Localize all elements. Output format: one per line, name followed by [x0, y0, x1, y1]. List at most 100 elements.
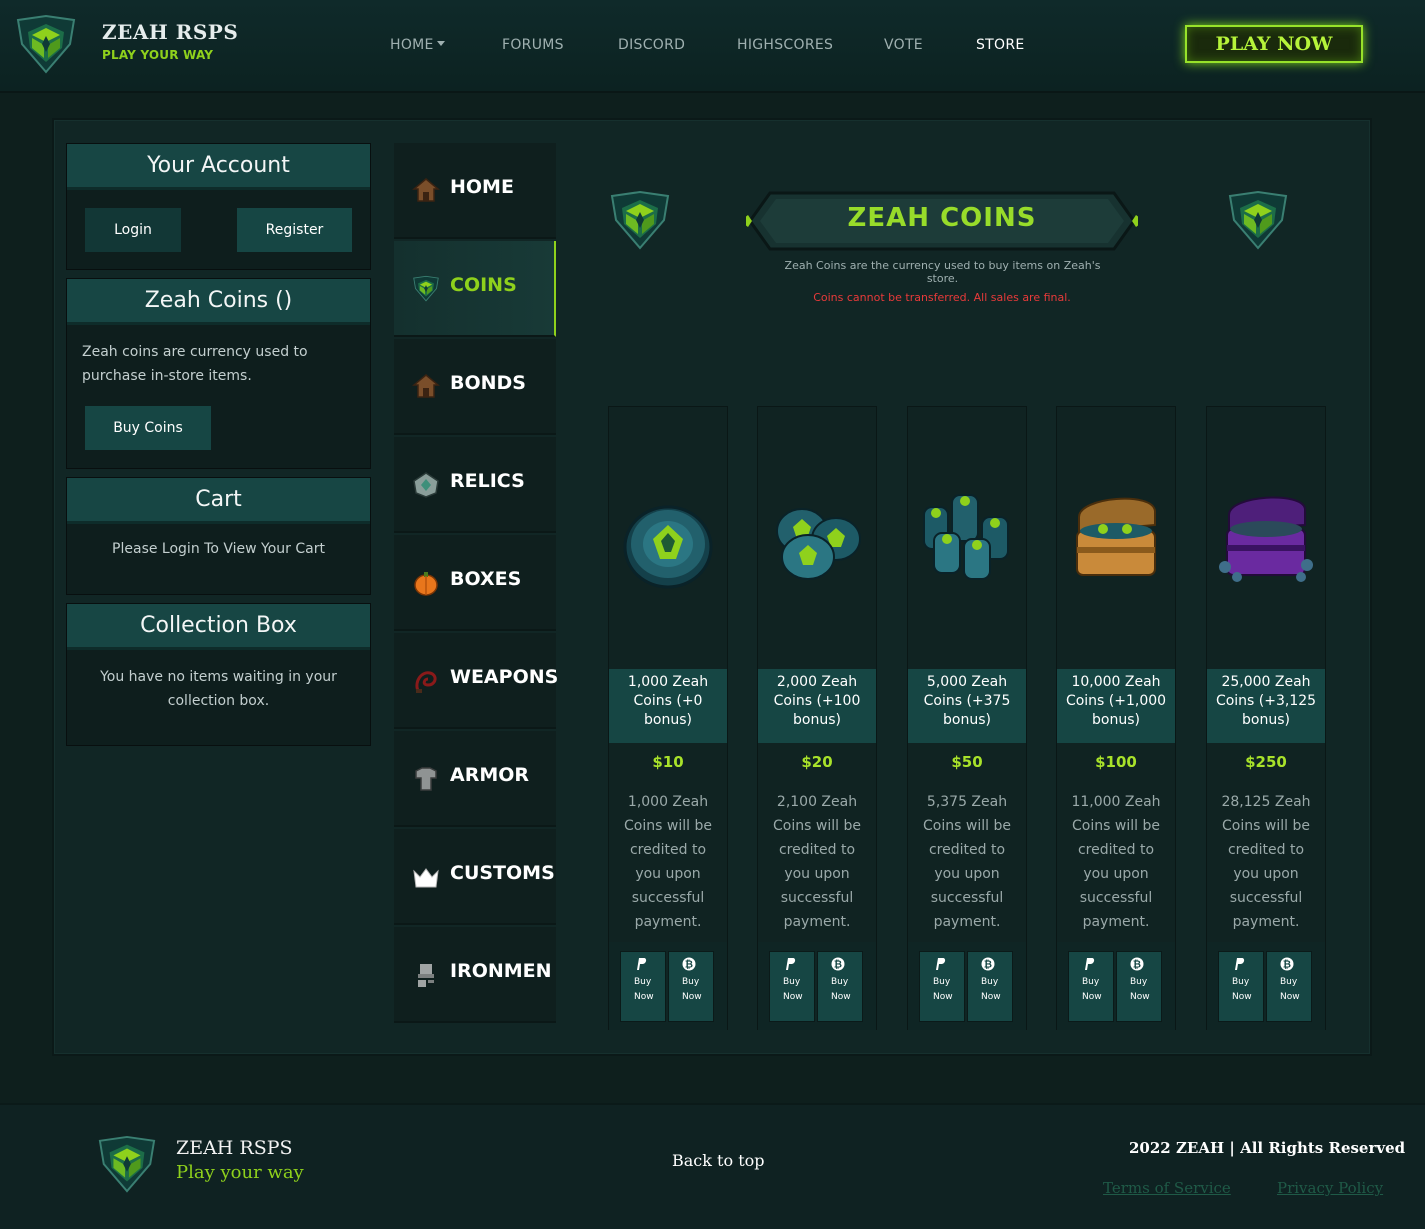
product-name: 10,000 Zeah Coins (+1,000 bonus)	[1057, 669, 1175, 743]
product-card: 5,000 Zeah Coins (+375 bonus) $50 5,375 …	[907, 406, 1027, 1030]
category-relics[interactable]: RELICS	[394, 437, 556, 533]
house-icon	[412, 374, 440, 398]
bitcoin-buy-button[interactable]: ₿ Buy Now	[1266, 951, 1312, 1022]
zeah-logo-icon	[607, 190, 673, 252]
bitcoin-buy-button[interactable]: ₿ Buy Now	[668, 951, 714, 1022]
product-price: $100	[1095, 753, 1137, 771]
buy-label: Buy	[682, 977, 700, 987]
account-card: Your Account Login Register	[66, 143, 371, 270]
paypal-buy-button[interactable]: Buy Now	[919, 951, 965, 1022]
buy-label: Buy	[1232, 977, 1250, 987]
coin-stack-icon	[776, 508, 861, 580]
zeah-logo-icon	[96, 1135, 158, 1195]
category-bonds-label: BONDS	[450, 372, 526, 394]
house-icon	[412, 178, 440, 202]
product-name: 2,000 Zeah Coins (+100 bonus)	[758, 669, 876, 743]
nav-home[interactable]: HOME	[390, 37, 445, 53]
bitcoin-icon: ₿	[682, 957, 696, 971]
category-home[interactable]: HOME	[394, 143, 556, 239]
single-coin-icon	[623, 505, 713, 589]
category-armor[interactable]: ARMOR	[394, 731, 556, 827]
category-boxes[interactable]: BOXES	[394, 535, 556, 631]
category-relics-label: RELICS	[450, 470, 525, 492]
category-coins[interactable]: COINS	[394, 241, 556, 337]
cart-card-title: Cart	[67, 478, 370, 524]
pumpkin-icon	[414, 572, 438, 596]
svg-text:₿: ₿	[984, 959, 992, 971]
paypal-buy-button[interactable]: Buy Now	[1218, 951, 1264, 1022]
product-price: $250	[1245, 753, 1287, 771]
now-label: Now	[981, 992, 1001, 1002]
product-description: 11,000 Zeah Coins will be credited to yo…	[1071, 794, 1161, 930]
paypal-icon	[1085, 958, 1095, 970]
whip-icon	[415, 671, 437, 693]
buy-label: Buy	[1082, 977, 1100, 987]
back-to-top-link[interactable]: Back to top	[672, 1151, 765, 1170]
buy-coins-button[interactable]: Buy Coins	[85, 406, 211, 450]
category-boxes-label: BOXES	[450, 568, 522, 590]
category-weapons[interactable]: WEAPONS	[394, 633, 558, 729]
buy-label: Buy	[981, 977, 999, 987]
play-now-button[interactable]: PLAY NOW	[1185, 25, 1363, 63]
product-name: 25,000 Zeah Coins (+3,125 bonus)	[1207, 669, 1325, 743]
nav-highscores[interactable]: HIGHSCORES	[737, 37, 833, 53]
category-ironmen[interactable]: IRONMEN	[394, 927, 556, 1023]
chevron-down-icon	[436, 41, 445, 46]
product-card: 2,000 Zeah Coins (+100 bonus) $20 2,100 …	[757, 406, 877, 1030]
buy-label: Buy	[783, 977, 801, 987]
collection-card-text: You have no items waiting in your collec…	[100, 669, 337, 709]
now-label: Now	[831, 992, 851, 1002]
svg-text:₿: ₿	[834, 959, 842, 971]
store-warning: Coins cannot be transferred. All sales a…	[813, 291, 1071, 304]
now-label: Now	[1280, 992, 1300, 1002]
footer-subtitle: Play your way	[176, 1162, 304, 1183]
brand-title[interactable]: ZEAH RSPS	[102, 20, 238, 44]
paypal-buy-button[interactable]: Buy Now	[769, 951, 815, 1022]
product-card: 1,000 Zeah Coins (+0 bonus) $10 1,000 Ze…	[608, 406, 728, 1030]
platebody-icon	[415, 767, 437, 791]
login-button[interactable]: Login	[85, 208, 181, 252]
treasure-chest-icon	[1076, 497, 1156, 576]
category-armor-label: ARMOR	[450, 764, 530, 786]
bitcoin-buy-button[interactable]: ₿ Buy Now	[967, 951, 1013, 1022]
now-label: Now	[634, 992, 654, 1002]
bitcoin-icon: ₿	[1280, 957, 1294, 971]
paypal-buy-button[interactable]: Buy Now	[1068, 951, 1114, 1022]
category-customs-label: CUSTOMS	[450, 862, 555, 884]
nav-forums[interactable]: FORUMS	[502, 37, 564, 53]
account-card-title: Your Account	[67, 144, 370, 190]
nav-discord[interactable]: DISCORD	[618, 37, 685, 53]
nav-home-label: HOME	[390, 37, 434, 53]
buy-label: Buy	[634, 977, 652, 987]
product-buy-row: Buy Now ₿ Buy Now	[609, 942, 727, 1030]
coin-pile-icon	[923, 494, 1009, 580]
category-bonds[interactable]: BONDS	[394, 339, 556, 435]
bitcoin-buy-button[interactable]: ₿ Buy Now	[1116, 951, 1162, 1022]
buy-label: Buy	[1280, 977, 1298, 987]
category-home-label: HOME	[450, 176, 514, 198]
brand-subtitle: PLAY YOUR WAY	[102, 48, 214, 62]
site-header: ZEAH RSPS PLAY YOUR WAY HOME FORUMS DISC…	[0, 0, 1425, 93]
collection-card-title: Collection Box	[67, 604, 370, 650]
relic-icon	[413, 472, 439, 498]
privacy-link[interactable]: Privacy Policy	[1277, 1179, 1383, 1197]
footer-title: ZEAH RSPS	[176, 1137, 293, 1159]
nav-store[interactable]: STORE	[976, 37, 1025, 53]
product-buy-row: Buy Now ₿ Buy Now	[1207, 942, 1325, 1030]
register-button[interactable]: Register	[237, 208, 352, 252]
buy-label: Buy	[831, 977, 849, 987]
bitcoin-buy-button[interactable]: ₿ Buy Now	[817, 951, 863, 1022]
terms-link[interactable]: Terms of Service	[1103, 1179, 1231, 1197]
zeah-logo-icon	[412, 275, 440, 303]
now-label: Now	[1082, 992, 1102, 1002]
coins-card-title: Zeah Coins ()	[67, 279, 370, 325]
zeah-logo-icon[interactable]	[14, 14, 78, 76]
product-price: $50	[951, 753, 983, 771]
nav-vote[interactable]: VOTE	[884, 37, 923, 53]
svg-text:₿: ₿	[1283, 959, 1291, 971]
bitcoin-icon: ₿	[831, 957, 845, 971]
paypal-buy-button[interactable]: Buy Now	[620, 951, 666, 1022]
category-customs[interactable]: CUSTOMS	[394, 829, 556, 925]
product-description: 5,375 Zeah Coins will be credited to you…	[923, 794, 1011, 930]
paypal-icon	[786, 958, 796, 970]
